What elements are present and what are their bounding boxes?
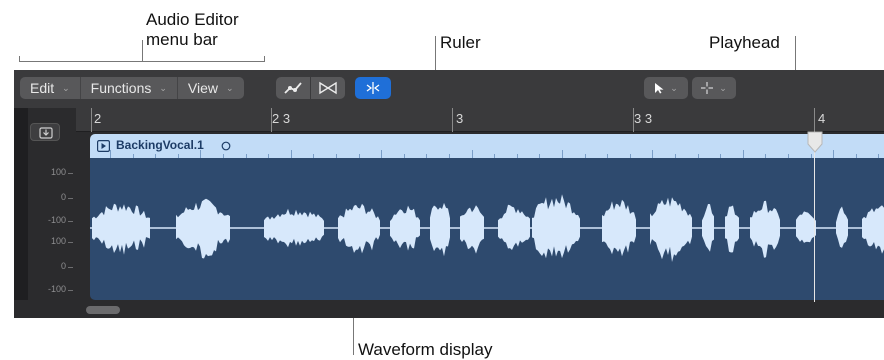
region-header-tick [562, 150, 563, 158]
amplitude-scale-tick [68, 242, 73, 243]
waveform-segment [602, 199, 636, 257]
automation-curve-icon [284, 82, 302, 94]
ruler-label: 3 3 [634, 111, 653, 126]
amplitude-scale-label: -100 [47, 284, 66, 294]
waveform-segment [264, 208, 324, 248]
waveform-segment [725, 205, 739, 253]
edit-menu[interactable]: Edit ⌄ [20, 77, 81, 99]
ruler-bar-mark [91, 108, 92, 132]
region-header-tick [200, 150, 201, 158]
view-menu-label: View [187, 80, 219, 96]
amplitude-scale-label: -100 [47, 215, 66, 225]
amplitude-scale-tick [68, 221, 73, 222]
ruler-bar-mark [814, 108, 815, 132]
region-header-tick [110, 150, 111, 158]
catch-playhead-icon [366, 82, 380, 94]
amplitude-scale-label: 100 [50, 167, 66, 177]
region-header-tick [381, 150, 382, 158]
waveform-callout: Waveform display [358, 340, 493, 359]
play-icon [97, 140, 110, 152]
waveform-segment [532, 194, 580, 259]
functions-menu[interactable]: Functions ⌄ [81, 77, 178, 99]
ruler-label: 2 [94, 111, 102, 126]
waveform-segment [92, 203, 150, 255]
waveform [90, 194, 884, 262]
chevron-down-icon: ⌄ [719, 82, 727, 93]
ruler-label: 3 [456, 111, 464, 126]
ruler-label: 4 [818, 111, 826, 126]
region-header-tick [833, 150, 834, 158]
playhead[interactable] [814, 134, 815, 302]
horizontal-scrollbar[interactable] [14, 300, 884, 318]
audio-region[interactable]: BackingVocal.1 [90, 134, 884, 300]
playhead-handle[interactable] [807, 131, 823, 153]
command-click-tool-menu[interactable]: ⌄ [692, 77, 736, 99]
ruler-bar-mark [452, 108, 453, 132]
amplitude-scale-tick [68, 173, 73, 174]
waveform-segment [498, 204, 530, 250]
view-menu[interactable]: View ⌄ [178, 77, 244, 99]
pointer-tool-icon [655, 83, 664, 94]
chevron-down-icon: ⌄ [226, 82, 234, 93]
waveform-segment [650, 197, 692, 262]
waveform-display[interactable] [90, 158, 884, 300]
edit-menu-label: Edit [30, 80, 55, 96]
amplitude-scale-tick [68, 290, 73, 291]
flex-bowtie-icon [319, 81, 337, 95]
waveform-segment [836, 206, 848, 248]
region-name: BackingVocal.1 [116, 138, 204, 152]
amplitude-scale-tick [68, 267, 73, 268]
amplitude-scale-label: 0 [60, 192, 66, 202]
chevron-down-icon: ⌄ [670, 82, 678, 93]
waveform-segment [430, 202, 450, 257]
audio-editor-callout-line2: menu bar [146, 30, 218, 49]
menu-bar-bracket-left [19, 56, 20, 62]
waveform-segment [862, 205, 884, 254]
ruler-label: 2 3 [272, 111, 291, 126]
ruler[interactable]: 2 2 3 3 3 3 4 [76, 108, 884, 132]
audio-editor-area: 2 2 3 3 3 3 4 100 0 -100 100 0 -100 Back… [14, 108, 884, 318]
playhead-callout: Playhead [709, 33, 780, 52]
amplitude-scale-label: 0 [60, 261, 66, 271]
chevron-down-icon: ⌄ [159, 82, 167, 93]
catch-content-button[interactable] [30, 123, 60, 141]
region-header[interactable]: BackingVocal.1 [90, 134, 884, 158]
region-header-tick [743, 150, 744, 158]
waveform-segment [390, 205, 420, 251]
audio-editor-callout: Audio Editor menu bar [146, 10, 239, 50]
horizontal-scroll-thumb[interactable] [86, 306, 120, 314]
left-edge-strip [14, 108, 28, 318]
audio-editor-menu-bar: Edit ⌄ Functions ⌄ View ⌄ ⌄ ⌄ [14, 70, 884, 108]
amplitude-scale-tick [68, 198, 73, 199]
waveform-segment [176, 198, 230, 259]
audio-editor-callout-line1: Audio Editor [146, 10, 239, 29]
waveform-segment [750, 200, 780, 258]
waveform-segment [702, 204, 714, 252]
chevron-down-icon: ⌄ [62, 82, 70, 93]
waveform-segment [338, 203, 380, 254]
flex-button[interactable] [311, 77, 345, 99]
amplitude-scale-label: 100 [50, 236, 66, 246]
region-header-tick [472, 150, 473, 158]
menu-bar-bracket-right [264, 56, 265, 62]
crosshair-tool-icon [701, 82, 714, 94]
left-click-tool-menu[interactable]: ⌄ [644, 77, 688, 99]
region-header-tick [291, 150, 292, 158]
region-header-tick [652, 150, 653, 158]
waveform-segment [460, 205, 484, 254]
catch-playhead-button[interactable] [355, 77, 391, 99]
waveform-segment [796, 211, 816, 243]
menu-group: Edit ⌄ Functions ⌄ View ⌄ [20, 77, 244, 99]
menu-bar-bracket-stem [142, 40, 143, 62]
automation-button[interactable] [276, 77, 310, 99]
functions-menu-label: Functions [90, 80, 152, 96]
download-box-icon [39, 127, 53, 139]
loop-circle-icon [221, 141, 231, 151]
ruler-callout: Ruler [440, 33, 481, 52]
